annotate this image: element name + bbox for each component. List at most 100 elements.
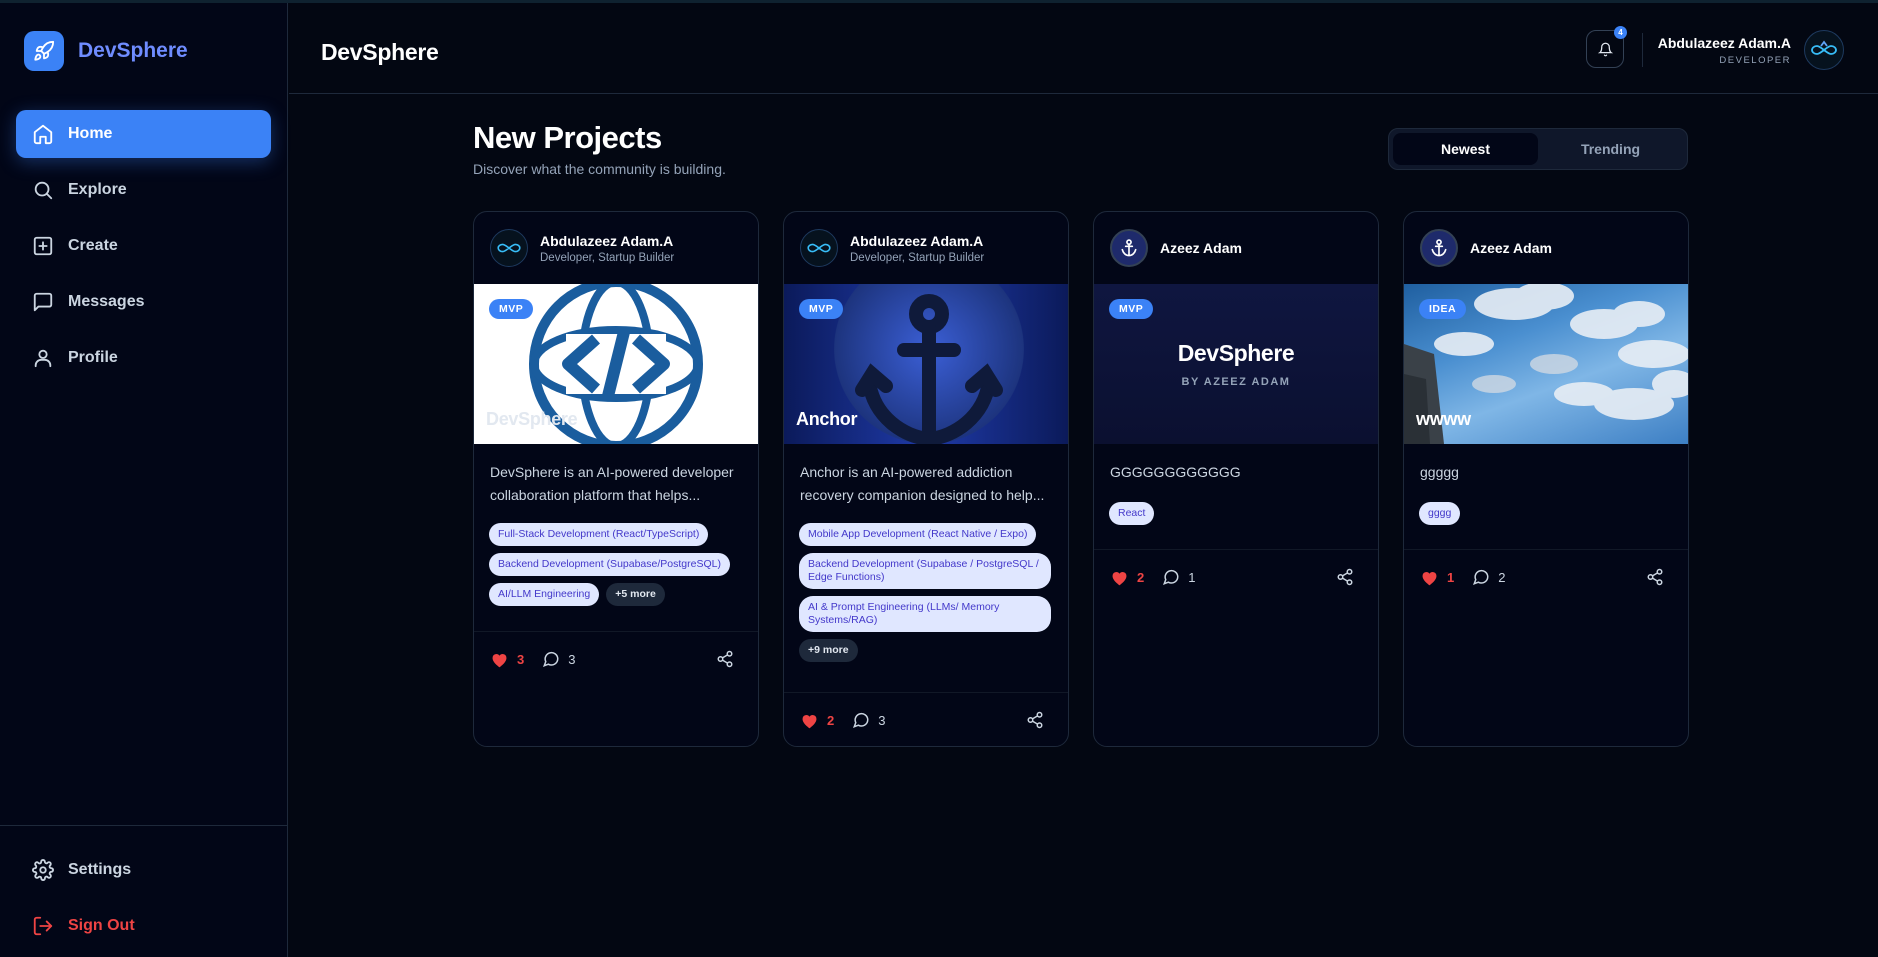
project-card[interactable]: Abdulazeez Adam.A Developer, Startup Bui… (473, 211, 759, 747)
share-icon[interactable] (1336, 568, 1354, 586)
banner-title: DevSphere (486, 409, 578, 429)
share-icon[interactable] (1026, 711, 1044, 729)
sort-trending-button[interactable]: Trending (1538, 133, 1683, 165)
project-banner[interactable]: MVP DevSphere (474, 284, 758, 444)
settings-label: Settings (68, 861, 132, 878)
infinity-logo-icon (1811, 40, 1837, 55)
comment-icon[interactable] (1472, 568, 1490, 586)
home-icon (33, 124, 53, 145)
heart-icon[interactable] (1420, 569, 1439, 586)
project-description: DevSphere is an AI-powered developer col… (490, 464, 734, 503)
heart-icon[interactable] (490, 651, 509, 668)
card-author[interactable]: Azeez Adam (1404, 212, 1688, 284)
project-banner[interactable]: MVP Anchor (784, 284, 1068, 444)
notifications-button[interactable]: 4 (1586, 26, 1627, 68)
sidebar-item-label: Home (68, 125, 113, 142)
search-icon (34, 181, 53, 200)
page-subtitle: Discover what the community is building. (473, 161, 726, 177)
bell-icon (1597, 42, 1613, 56)
share-icon[interactable] (716, 650, 734, 668)
card-footer: 3 3 (474, 631, 758, 671)
top-header: DevSphere 4 Abdulazeez Adam.A DEVELOPER (289, 3, 1878, 94)
sign-out-label: Sign Out (68, 917, 135, 934)
card-author[interactable]: Abdulazeez Adam.A Developer, Startup Bui… (474, 212, 758, 284)
current-user-role: DEVELOPER (1719, 55, 1791, 66)
card-author[interactable]: Azeez Adam (1094, 212, 1378, 284)
sidebar-item-create[interactable]: Create (16, 222, 271, 270)
comment-icon[interactable] (852, 711, 870, 729)
author-name: Abdulazeez Adam.A (850, 232, 984, 249)
comment-count: 1 (1188, 569, 1196, 585)
banner-title: Anchor (796, 409, 858, 429)
banner-title: wwww (1416, 409, 1471, 429)
sidebar-item-home[interactable]: Home (16, 110, 271, 158)
tag-chip[interactable]: React (1109, 502, 1155, 525)
tag-list: Full-Stack Development (React/TypeScript… (489, 523, 747, 606)
brand-name: DevSphere (78, 39, 188, 62)
brand[interactable]: DevSphere (24, 31, 188, 71)
sort-toggle: Newest Trending (1388, 128, 1688, 170)
project-description: ggggg (1420, 464, 1459, 480)
sidebar-footer: Settings Sign Out (0, 825, 288, 957)
sidebar: DevSphere Home Explore Create Messages P… (0, 3, 288, 957)
banner-title: DevSphere (1177, 340, 1295, 366)
share-icon[interactable] (1646, 568, 1664, 586)
tag-chip[interactable]: Backend Development (Supabase/PostgreSQL… (489, 553, 730, 576)
heart-icon[interactable] (1110, 569, 1129, 586)
sidebar-item-messages[interactable]: Messages (16, 278, 271, 326)
infinity-logo-icon (497, 243, 521, 253)
tag-list: React (1109, 502, 1367, 525)
tag-chip[interactable]: AI/LLM Engineering (489, 583, 600, 606)
project-banner[interactable]: IDEA wwww (1404, 284, 1688, 444)
like-count: 3 (517, 651, 525, 667)
avatar (1110, 229, 1148, 267)
comment-count: 3 (568, 651, 576, 667)
author-role: Developer, Startup Builder (540, 251, 675, 264)
more-tags-chip[interactable]: +9 more (799, 639, 858, 662)
settings-button[interactable]: Settings (16, 846, 272, 894)
author-name: Azeez Adam (1470, 240, 1552, 256)
comment-icon[interactable] (542, 650, 560, 668)
tag-chip[interactable]: Backend Development (Supabase / PostgreS… (799, 553, 1051, 589)
sidebar-item-explore[interactable]: Explore (16, 166, 271, 214)
logout-icon (33, 916, 53, 936)
sort-newest-button[interactable]: Newest (1393, 133, 1538, 165)
project-card[interactable]: Abdulazeez Adam.A Developer, Startup Bui… (783, 211, 1069, 747)
heart-icon[interactable] (800, 712, 819, 729)
status-badge: MVP (799, 299, 844, 319)
more-tags-chip[interactable]: +5 more (606, 583, 665, 606)
anchor-icon (1121, 239, 1137, 257)
tag-chip[interactable]: Full-Stack Development (React/TypeScript… (489, 523, 709, 546)
project-card[interactable]: Azeez Adam MVP DevSphere BY AZEEZ ADAM G… (1093, 211, 1379, 747)
tag-list: Mobile App Development (React Native / E… (799, 523, 1057, 662)
comment-count: 3 (878, 712, 886, 728)
project-card[interactable]: Azeez Adam IDEA wwww ggggg gggg 1 2 (1403, 211, 1689, 747)
project-banner[interactable]: MVP DevSphere BY AZEEZ ADAM (1094, 284, 1378, 444)
card-footer: 2 1 (1094, 549, 1378, 589)
tag-chip[interactable]: Mobile App Development (React Native / E… (799, 523, 1037, 546)
sign-out-button[interactable]: Sign Out (16, 902, 272, 950)
comment-icon[interactable] (1162, 568, 1180, 586)
sidebar-item-label: Messages (68, 293, 145, 310)
infinity-logo-icon (807, 243, 831, 253)
banner-subtitle: BY AZEEZ ADAM (1181, 376, 1291, 388)
avatar (1420, 229, 1458, 267)
tag-chip[interactable]: gggg (1419, 502, 1461, 525)
user-icon (34, 349, 52, 368)
card-author[interactable]: Abdulazeez Adam.A Developer, Startup Bui… (784, 212, 1068, 284)
tag-chip[interactable]: AI & Prompt Engineering (LLMs/ Memory Sy… (799, 596, 1051, 632)
status-badge: IDEA (1419, 299, 1467, 319)
author-role: Developer, Startup Builder (850, 251, 985, 264)
tag-list: gggg (1419, 502, 1677, 525)
avatar (490, 229, 528, 267)
header-divider (1642, 33, 1643, 67)
sidebar-item-profile[interactable]: Profile (16, 334, 271, 382)
card-footer: 2 3 (784, 692, 1068, 732)
comment-count: 2 (1498, 569, 1506, 585)
sidebar-item-label: Create (68, 237, 118, 254)
project-description: GGGGGGGGGGGG (1110, 464, 1241, 480)
avatar[interactable] (1804, 30, 1844, 70)
current-user-name[interactable]: Abdulazeez Adam.A (1658, 35, 1791, 51)
page-title: New Projects (473, 120, 662, 155)
status-badge: MVP (1109, 299, 1154, 319)
